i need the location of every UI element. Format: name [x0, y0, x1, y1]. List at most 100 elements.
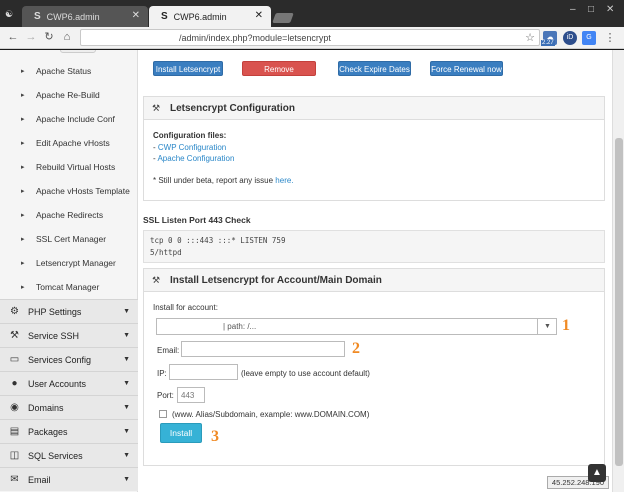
- menu-icon[interactable]: ⋮: [603, 31, 617, 45]
- sidebar-scroll-edge: [60, 50, 96, 53]
- wrench-icon: ⚒: [10, 330, 19, 341]
- url-text: /admin/index.php?module=letsencrypt: [179, 33, 331, 43]
- cwp-config-link[interactable]: - CWP Configuration: [153, 143, 226, 152]
- dropdown-caret-icon: ▼: [123, 476, 130, 483]
- globe-icon: ◉: [10, 402, 19, 413]
- incognito-icon: ☯: [5, 9, 14, 19]
- caret-right-icon: ▸: [21, 236, 25, 243]
- dropdown-caret-icon: ▼: [123, 404, 130, 411]
- new-tab-button[interactable]: [272, 13, 294, 23]
- minimize-icon[interactable]: –: [570, 4, 576, 15]
- ip-field[interactable]: [169, 364, 238, 380]
- chevron-down-icon[interactable]: ▼: [537, 319, 557, 334]
- sidebar-section-service-ssh[interactable]: ⚒ Service SSH ▼: [0, 323, 138, 347]
- ip-hint: (leave empty to use account default): [241, 369, 370, 378]
- install-button[interactable]: Install: [160, 423, 202, 443]
- account-label: Install for account:: [153, 303, 218, 312]
- annotation-1: 1: [562, 317, 570, 334]
- panel-header: ⚒ Install Letsencrypt for Account/Main D…: [144, 269, 604, 292]
- bookmark-star-icon[interactable]: ☆: [525, 31, 535, 44]
- ssl-check-title: SSL Listen Port 443 Check: [143, 215, 251, 225]
- caret-right-icon: ▸: [21, 92, 25, 99]
- favicon: S: [34, 11, 41, 22]
- extension-icon-2[interactable]: iD: [563, 31, 577, 45]
- translate-icon[interactable]: G: [582, 31, 596, 45]
- sidebar-item-apache-rebuild[interactable]: ▸ Apache Re-Build: [0, 83, 138, 107]
- force-renewal-button[interactable]: Force Renewal now: [430, 61, 503, 76]
- sidebar-item-letsencrypt-manager[interactable]: ▸ Letsencrypt Manager: [0, 251, 138, 275]
- sidebar-item-apache-redirects[interactable]: ▸ Apache Redirects: [0, 203, 138, 227]
- port-label: Port:: [157, 391, 174, 400]
- email-field[interactable]: [181, 341, 345, 357]
- annotation-2: 2: [352, 340, 360, 357]
- caret-right-icon: ▸: [21, 68, 25, 75]
- back-icon[interactable]: ←: [6, 30, 20, 44]
- package-icon: ▤: [9, 426, 20, 437]
- sidebar-section-packages[interactable]: ▤ Packages ▼: [0, 419, 138, 443]
- caret-right-icon: ▸: [21, 116, 25, 123]
- close-icon[interactable]: ✕: [255, 10, 263, 21]
- alias-checkbox[interactable]: [159, 410, 167, 418]
- ip-label: IP:: [157, 369, 167, 378]
- wrench-icon: ⚒: [152, 103, 161, 113]
- caret-right-icon: ▸: [21, 164, 25, 171]
- page-scrollbar[interactable]: [612, 50, 624, 492]
- wrench-icon: ⚒: [152, 275, 161, 285]
- install-letsencrypt-button[interactable]: Install Letsencrypt: [153, 61, 223, 76]
- maximize-icon[interactable]: □: [588, 4, 594, 15]
- letsencrypt-config-panel: ⚒ Letsencrypt Configuration Configuratio…: [143, 96, 605, 201]
- favicon: S: [161, 11, 168, 22]
- panel-header: ⚒ Letsencrypt Configuration: [144, 97, 604, 120]
- forward-icon[interactable]: →: [24, 30, 38, 44]
- sidebar-section-sql-services[interactable]: ◫ SQL Services ▼: [0, 443, 138, 467]
- dropdown-caret-icon: ▼: [123, 380, 130, 387]
- tab-title: CWP6.admin: [46, 11, 100, 22]
- sidebar-item-apache-status[interactable]: ▸ Apache Status: [0, 59, 138, 83]
- beta-note: * Still under beta, report any issue her…: [153, 176, 294, 185]
- caret-right-icon: ▸: [21, 260, 25, 267]
- port-field[interactable]: 443: [177, 387, 205, 403]
- apache-config-link[interactable]: - Apache Configuration: [153, 154, 234, 163]
- dropdown-caret-icon: ▼: [123, 356, 130, 363]
- sidebar-item-edit-apache-vhosts[interactable]: ▸ Edit Apache vHosts: [0, 131, 138, 155]
- reload-icon[interactable]: ↻: [42, 30, 56, 44]
- report-issue-link[interactable]: here.: [275, 176, 293, 185]
- account-select[interactable]: | path: /... ▼: [156, 318, 557, 335]
- browser-tab-2[interactable]: S CWP6.admin ✕: [149, 6, 271, 27]
- main-content: Install Letsencrypt Remove Letsencrypt C…: [139, 50, 612, 492]
- browser-tab-1[interactable]: S CWP6.admin ✕: [22, 6, 148, 27]
- close-icon[interactable]: ✕: [132, 10, 140, 21]
- tab-title: CWP6.admin: [173, 11, 227, 22]
- extension-badge: 2.27: [541, 40, 555, 46]
- address-bar[interactable]: /admin/index.php?module=letsencrypt ☆: [80, 29, 540, 46]
- sidebar-item-ssl-cert-manager[interactable]: ▸ SSL Cert Manager: [0, 227, 138, 251]
- sidebar-section-php-settings[interactable]: ⚙ PHP Settings ▼: [0, 299, 138, 323]
- scrollbar-thumb[interactable]: [615, 138, 623, 466]
- ssl-check-output: tcp 0 0 :::443 :::* LISTEN 759 5/httpd: [143, 230, 605, 263]
- dropdown-caret-icon: ▼: [123, 308, 130, 315]
- annotation-3: 3: [211, 428, 219, 445]
- sidebar-section-user-accounts[interactable]: ● User Accounts ▼: [0, 371, 138, 395]
- dropdown-caret-icon: ▼: [123, 452, 130, 459]
- sidebar-item-tomcat-manager[interactable]: ▸ Tomcat Manager: [0, 275, 138, 299]
- remove-letsencrypt-button[interactable]: Remove Letsencrypt: [242, 61, 316, 89]
- scroll-to-top-icon[interactable]: ▲: [588, 464, 606, 482]
- sidebar-item-apache-vhosts-template[interactable]: ▸ Apache vHosts Template: [0, 179, 138, 203]
- sidebar-item-apache-include-conf[interactable]: ▸ Apache Include Conf: [0, 107, 138, 131]
- sidebar-section-services-config[interactable]: ▭ Services Config ▼: [0, 347, 138, 371]
- caret-right-icon: ▸: [21, 188, 25, 195]
- monitor-icon: ▭: [9, 354, 20, 365]
- caret-right-icon: ▸: [21, 284, 25, 291]
- install-letsencrypt-panel: ⚒ Install Letsencrypt for Account/Main D…: [143, 268, 605, 466]
- sidebar-item-rebuild-virtual-hosts[interactable]: ▸ Rebuild Virtual Hosts: [0, 155, 138, 179]
- sidebar: ▸ Apache Status ▸ Apache Re-Build ▸ Apache …: [0, 50, 138, 492]
- browser-tab-bar: ☯ S CWP6.admin ✕ S CWP6.admin ✕ – □ ✕: [0, 0, 624, 27]
- email-icon: ✉: [10, 474, 19, 485]
- gear-icon: ⚙: [10, 306, 19, 317]
- window-close-icon[interactable]: ✕: [606, 4, 614, 15]
- home-icon[interactable]: ⌂: [60, 30, 74, 44]
- sidebar-section-domains[interactable]: ◉ Domains ▼: [0, 395, 138, 419]
- sidebar-section-email[interactable]: ✉ Email ▼: [0, 467, 138, 491]
- page: ▸ Apache Status ▸ Apache Re-Build ▸ Apache …: [0, 50, 612, 492]
- check-expire-dates-button[interactable]: Check Expire Dates: [338, 61, 411, 76]
